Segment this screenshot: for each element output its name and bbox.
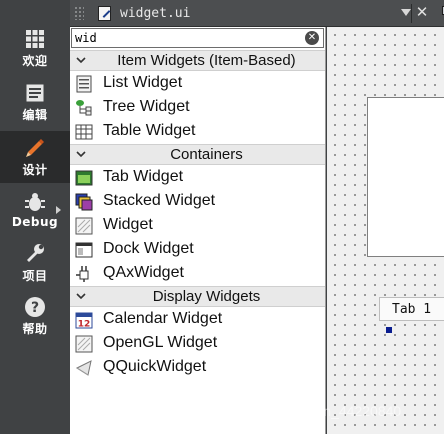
toolbar-separator xyxy=(411,4,412,23)
editor-toolbar: widget.ui ✕ xyxy=(70,0,444,27)
calendar-day: 12 xyxy=(78,320,91,330)
widget-box: ✕ Item Widgets (Item-Based) List Widget … xyxy=(70,27,326,434)
tree-widget-icon xyxy=(76,100,92,116)
mode-design[interactable]: 设计 xyxy=(0,131,70,183)
widget-label: List Widget xyxy=(103,74,183,91)
selection-handle[interactable] xyxy=(386,327,392,333)
widget-item[interactable]: 12 Calendar Widget xyxy=(70,308,325,332)
tab-widget-tab[interactable]: Tab 1 xyxy=(379,297,444,321)
mode-label: Debug xyxy=(11,215,59,229)
category-label: Item Widgets (Item-Based) xyxy=(117,52,296,69)
widget-label: Tab Widget xyxy=(103,168,184,185)
chevron-down-icon xyxy=(76,57,86,64)
mode-bar: 欢迎 编辑 设计 Debug 项目 ? 帮助 xyxy=(0,0,70,434)
category-display-widgets[interactable]: Display Widgets xyxy=(70,286,325,307)
widget-item[interactable]: Widget xyxy=(70,214,325,238)
widget-label: Stacked Widget xyxy=(103,192,216,209)
qquickwidget-icon xyxy=(75,360,92,376)
opengl-widget-icon xyxy=(75,335,93,353)
category-label: Display Widgets xyxy=(152,288,261,305)
stacked-widget-icon xyxy=(75,193,93,211)
mode-label: 帮助 xyxy=(22,321,48,336)
svg-text:?: ? xyxy=(31,300,39,316)
qaxwidget-icon xyxy=(76,266,89,282)
close-document-button[interactable]: ✕ xyxy=(415,3,429,23)
widget-label: Calendar Widget xyxy=(103,310,223,327)
wrench-icon xyxy=(24,243,46,265)
submenu-arrow-icon xyxy=(56,206,61,214)
category-label: Containers xyxy=(170,146,243,163)
widget-item[interactable]: Table Widget xyxy=(70,120,325,144)
mode-label: 欢迎 xyxy=(22,53,48,68)
mode-edit[interactable]: 编辑 xyxy=(0,76,70,128)
pencil-icon xyxy=(24,137,46,159)
widget-item[interactable]: List Widget xyxy=(70,72,325,96)
grid-icon xyxy=(24,28,46,50)
tab-widget-icon xyxy=(75,170,93,186)
table-widget-icon xyxy=(75,124,93,140)
widget-item[interactable]: Stacked Widget xyxy=(70,190,325,214)
watermark: https://blog.csdn.net/weixin_44220840 xyxy=(163,403,402,419)
calendar-widget-icon: 12 xyxy=(75,312,93,330)
widget-label: Widget xyxy=(103,216,153,233)
drag-grip-icon[interactable] xyxy=(74,6,84,20)
mode-welcome[interactable]: 欢迎 xyxy=(0,22,70,74)
filter-input[interactable] xyxy=(75,30,295,46)
widget-item[interactable]: QQuickWidget xyxy=(70,356,325,380)
category-item-widgets[interactable]: Item Widgets (Item-Based) xyxy=(70,50,325,71)
widget-item[interactable]: QAxWidget xyxy=(70,262,325,286)
chevron-down-icon xyxy=(76,293,86,300)
category-containers[interactable]: Containers xyxy=(70,144,325,165)
widget-label: Table Widget xyxy=(103,122,196,139)
chevron-down-icon xyxy=(76,151,86,158)
tab-label: Tab 1 xyxy=(392,302,432,317)
list-widget-icon xyxy=(76,75,92,93)
widget-label: QAxWidget xyxy=(103,264,184,281)
widget-filter: ✕ xyxy=(71,28,324,48)
widget-item[interactable]: Dock Widget xyxy=(70,238,325,262)
widget-label: Tree Widget xyxy=(103,98,190,115)
help-icon: ? xyxy=(24,296,46,318)
ui-file-icon xyxy=(98,6,111,21)
widget-label: Dock Widget xyxy=(103,240,194,257)
form-editor-canvas[interactable]: Tab 1 xyxy=(327,27,444,434)
document-icon xyxy=(24,82,46,104)
widget-label: QQuickWidget xyxy=(103,358,207,375)
widget-item[interactable]: Tab Widget xyxy=(70,166,325,190)
widget-label: OpenGL Widget xyxy=(103,334,218,351)
mode-help[interactable]: ? 帮助 xyxy=(0,290,70,342)
file-dropdown-arrow-icon[interactable] xyxy=(401,9,411,16)
open-file-name[interactable]: widget.ui xyxy=(120,6,190,21)
dock-widget-icon xyxy=(75,242,93,258)
form-widget-frame[interactable] xyxy=(367,97,444,257)
bug-icon xyxy=(24,191,46,213)
widget-item[interactable]: Tree Widget xyxy=(70,96,325,120)
mode-projects[interactable]: 项目 xyxy=(0,237,70,289)
mode-debug[interactable]: Debug xyxy=(0,184,70,236)
widget-item[interactable]: OpenGL Widget xyxy=(70,332,325,356)
clear-filter-icon[interactable]: ✕ xyxy=(305,31,319,45)
mode-label: 项目 xyxy=(22,268,48,283)
widget-icon xyxy=(75,217,93,235)
mode-label: 设计 xyxy=(22,162,48,177)
mode-label: 编辑 xyxy=(22,107,48,122)
